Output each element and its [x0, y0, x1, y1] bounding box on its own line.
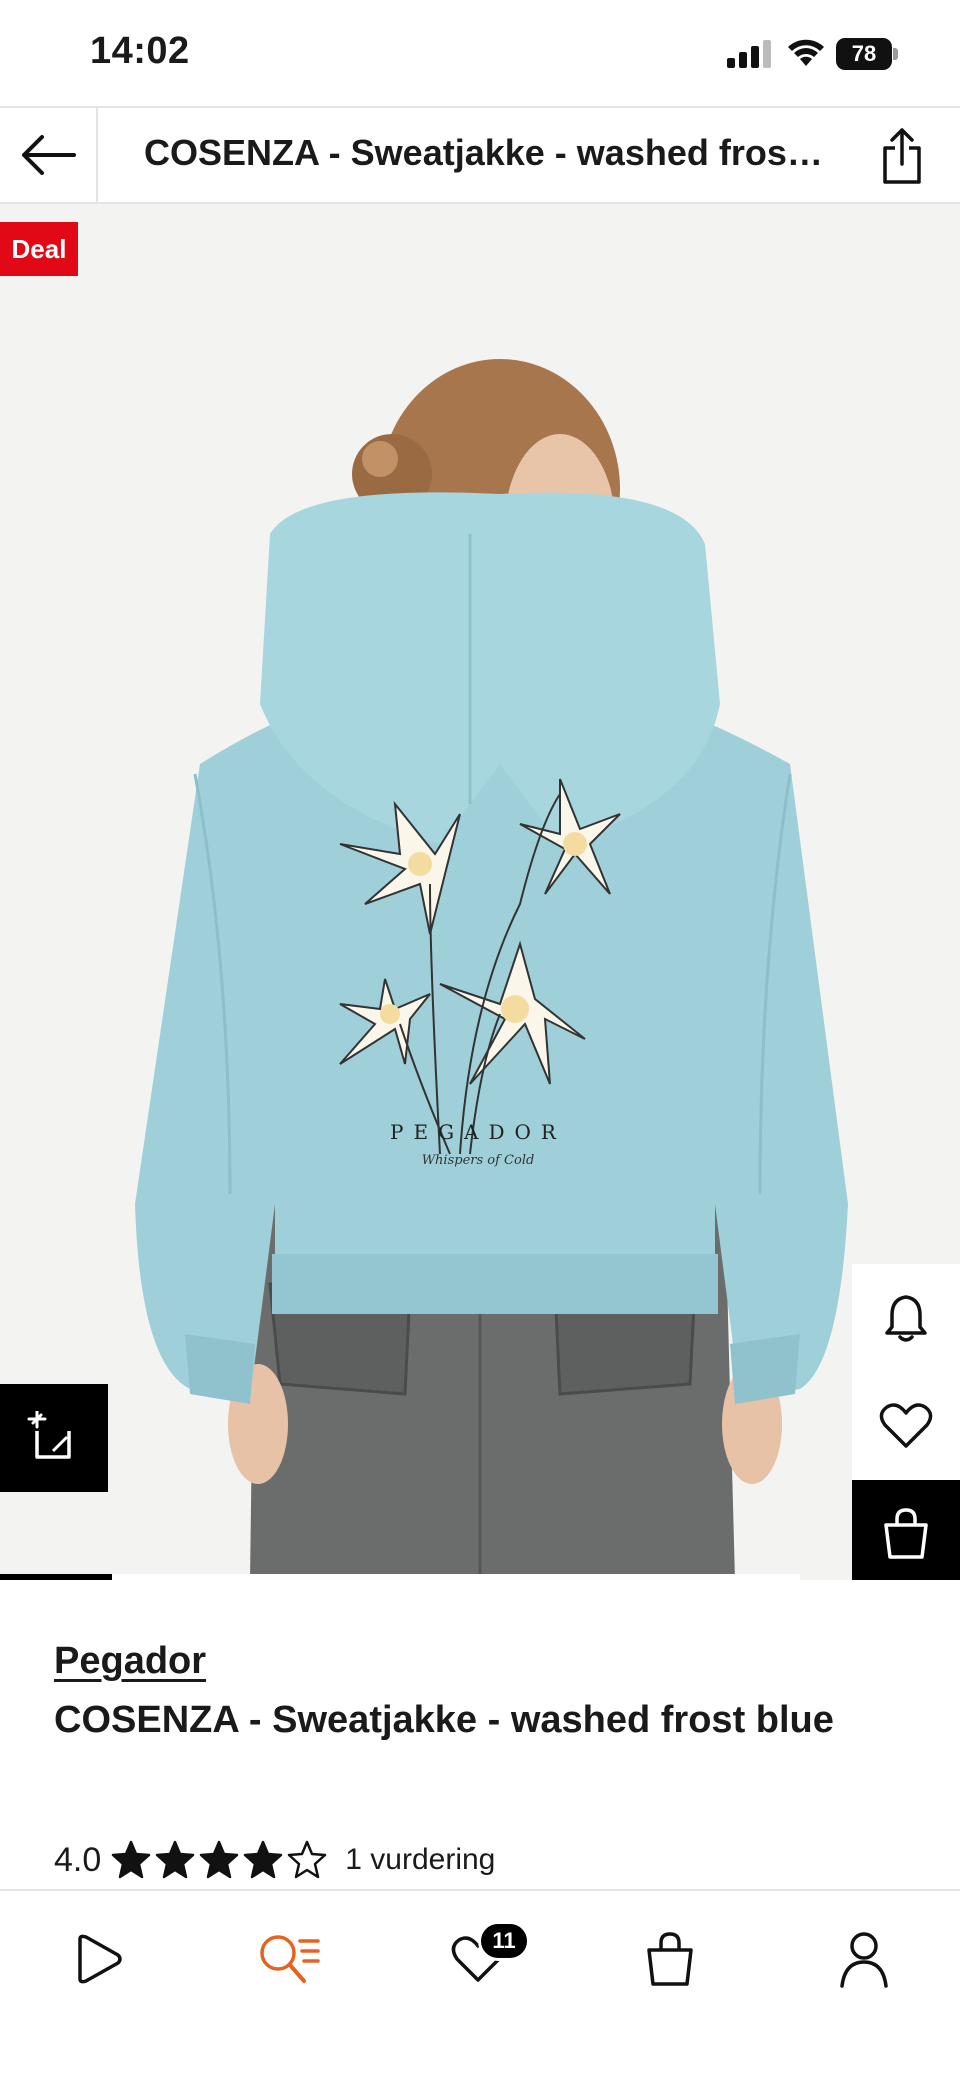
side-action-bar	[852, 1264, 960, 1580]
fit-finder-button[interactable]	[0, 1384, 108, 1492]
heart-icon	[879, 1403, 933, 1448]
nav-search[interactable]	[250, 1921, 326, 1997]
gallery-progress	[0, 1574, 800, 1580]
rating-value: 4.0	[54, 1840, 102, 1879]
resize-corner-icon	[27, 1411, 71, 1459]
status-bar: 14:02 78	[0, 0, 960, 106]
rating-stars	[111, 1840, 331, 1880]
back-button[interactable]	[0, 108, 98, 202]
star-filled-icon	[112, 1840, 151, 1879]
play-icon	[78, 1934, 122, 1984]
wifi-icon	[788, 39, 824, 66]
product-image-gallery[interactable]: PEGADOR Whispers of Cold Deal	[0, 204, 960, 1580]
notify-button[interactable]	[852, 1264, 960, 1372]
cellular-signal-icon	[727, 40, 771, 68]
top-bar: COSENZA - Sweatjakke - washed frost blue	[0, 106, 960, 204]
nav-profile[interactable]	[826, 1921, 902, 1997]
profile-icon	[840, 1932, 888, 1988]
deal-badge: Deal	[0, 222, 78, 276]
product-photo: PEGADOR Whispers of Cold	[0, 204, 960, 1580]
bottom-navigation: 11	[0, 1889, 960, 2077]
star-empty-icon	[288, 1840, 327, 1879]
wishlist-count-badge: 11	[478, 1921, 530, 1961]
shopping-bag-icon	[647, 1932, 693, 1986]
share-button[interactable]	[872, 124, 932, 188]
shopping-bag-icon	[884, 1508, 928, 1559]
rating-count: 1 vurdering	[345, 1843, 496, 1876]
share-icon	[883, 128, 921, 184]
print-tagline-text: Whispers of Cold	[422, 1153, 535, 1168]
rating-summary[interactable]: 4.0 1 vurdering	[54, 1836, 495, 1884]
print-brand-text: PEGADOR	[390, 1120, 566, 1144]
wishlist-button[interactable]	[852, 1372, 960, 1480]
status-time: 14:02	[90, 30, 190, 72]
product-name: COSENZA - Sweatjakke - washed frost blue	[54, 1699, 834, 1741]
add-to-bag-button[interactable]	[852, 1480, 960, 1580]
header-title: COSENZA - Sweatjakke - washed frost blue	[144, 132, 824, 173]
gallery-progress-fill	[0, 1574, 112, 1580]
brand-link[interactable]: Pegador	[54, 1640, 206, 1683]
star-filled-icon	[200, 1840, 239, 1879]
star-filled-icon	[244, 1840, 283, 1879]
nav-discover[interactable]	[60, 1921, 136, 1997]
nav-wishlist[interactable]: 11	[440, 1921, 530, 1997]
star-filled-icon	[156, 1840, 195, 1879]
bell-icon	[885, 1295, 927, 1342]
arrow-left-icon	[22, 135, 76, 175]
battery-icon: 78	[836, 38, 898, 70]
nav-bag[interactable]	[632, 1921, 708, 1997]
battery-level: 78	[851, 41, 877, 66]
search-list-icon	[260, 1935, 320, 1983]
